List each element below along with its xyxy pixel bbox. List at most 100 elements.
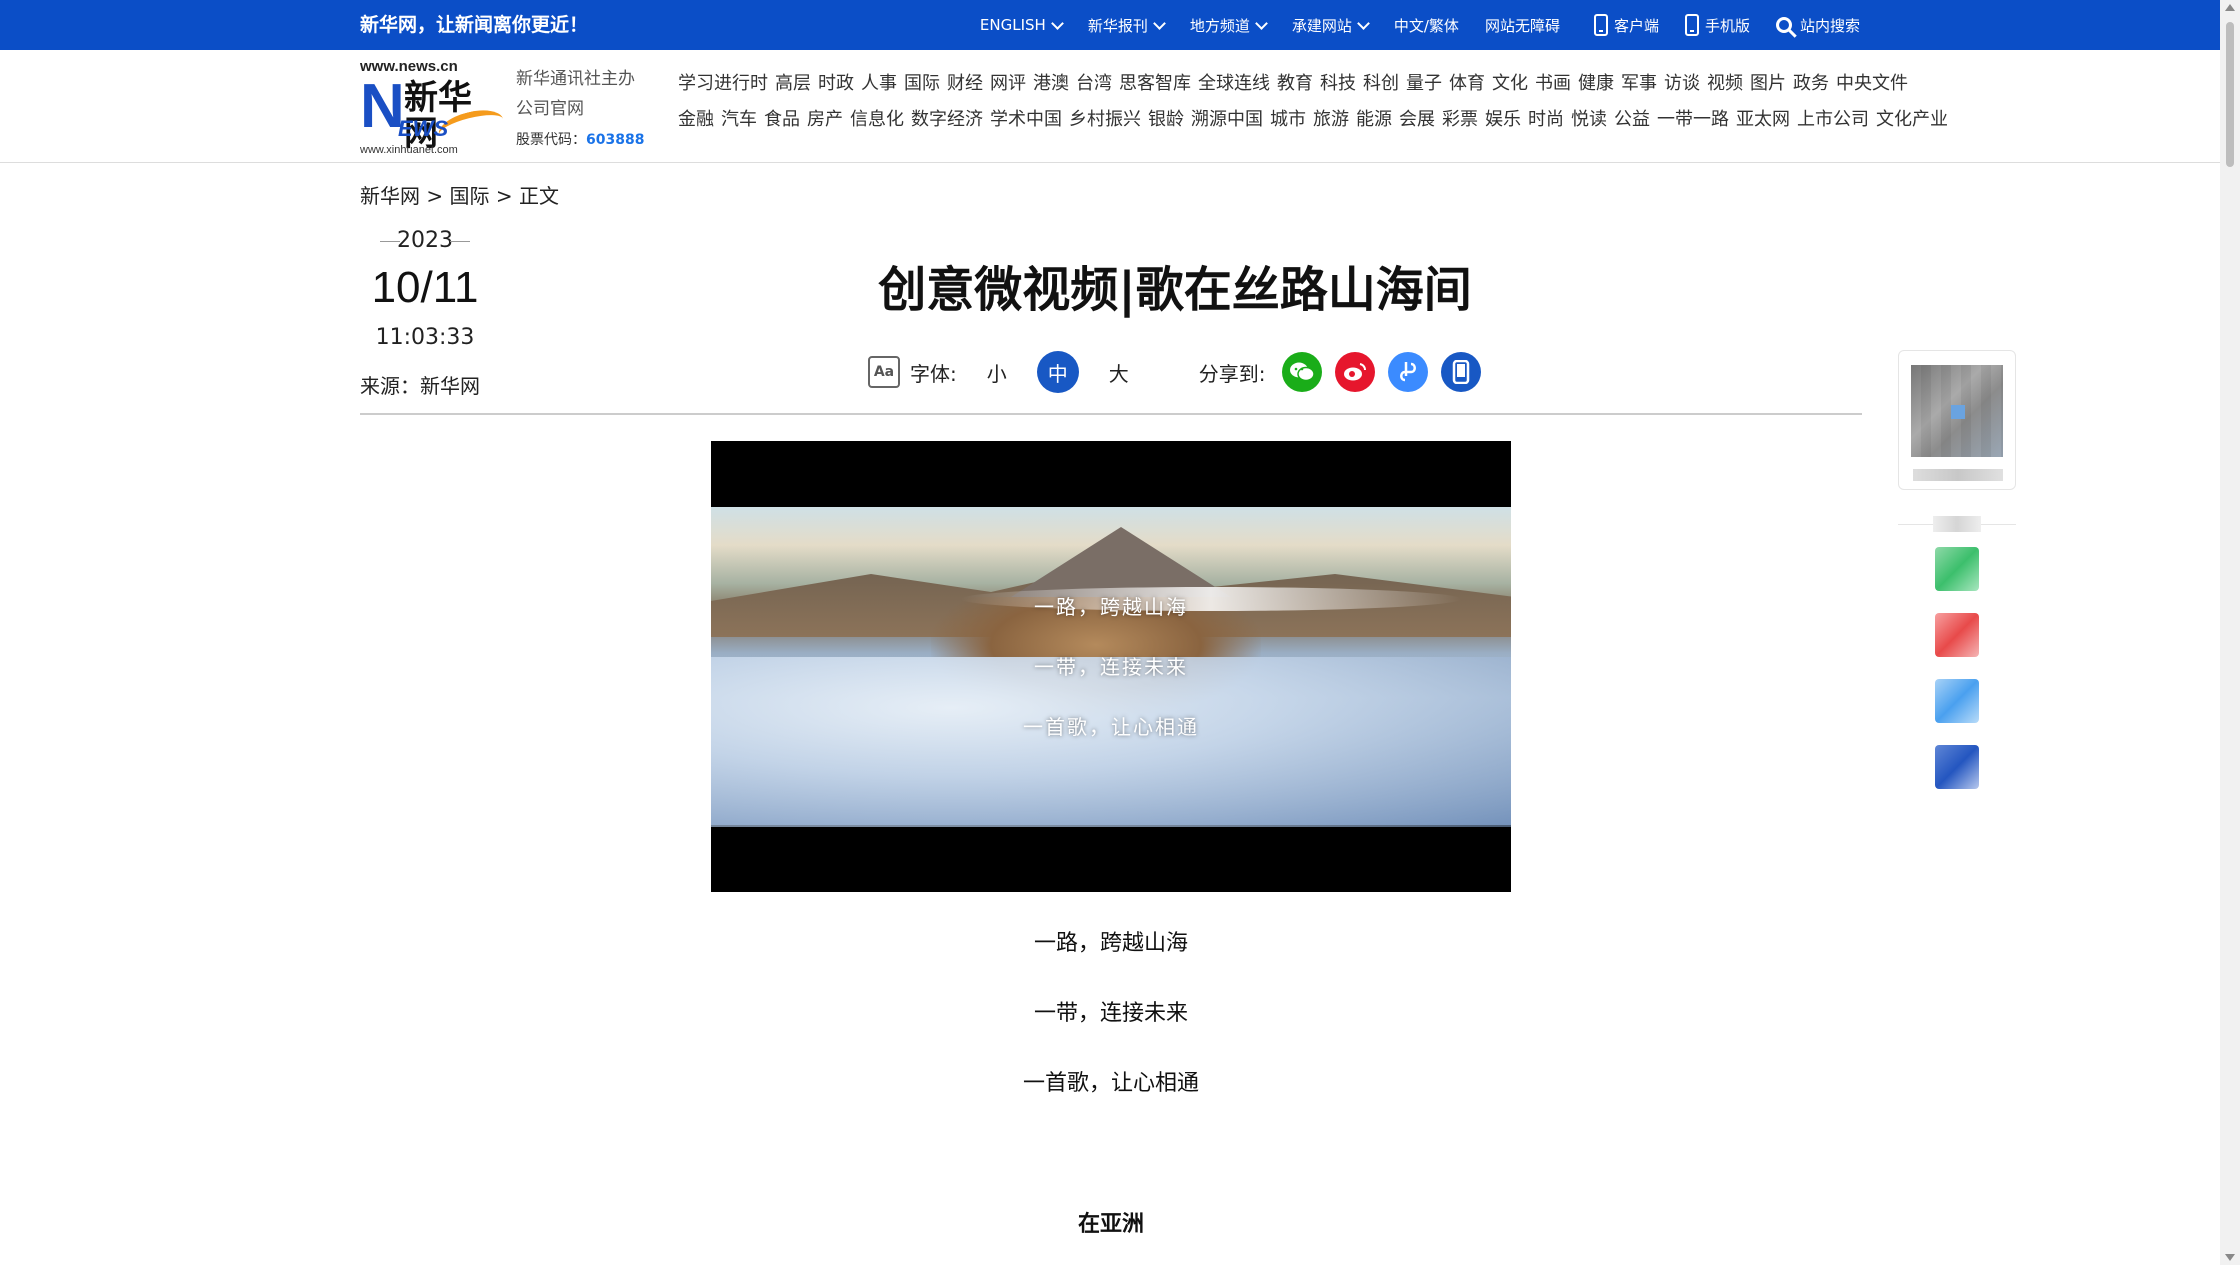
- channel-link[interactable]: 中央文件: [1836, 73, 1908, 94]
- company-line-1: 新华通讯社主办: [516, 69, 635, 89]
- channel-link[interactable]: 一带一路: [1657, 109, 1729, 130]
- channel-link[interactable]: 食品: [764, 109, 800, 130]
- channel-link[interactable]: 公益: [1614, 109, 1650, 130]
- nav-site-search[interactable]: 站内搜索: [1775, 15, 1860, 36]
- nav-label: 站内搜索: [1799, 16, 1860, 35]
- breadcrumb-section[interactable]: 国际: [449, 184, 489, 208]
- font-small-button[interactable]: 小: [987, 358, 1007, 387]
- channel-link[interactable]: 体育: [1449, 73, 1485, 94]
- breadcrumb-home[interactable]: 新华网: [360, 184, 420, 208]
- channel-link[interactable]: 财经: [947, 73, 983, 94]
- nav-local-channels[interactable]: 地方频道: [1190, 15, 1268, 36]
- channel-link[interactable]: 港澳: [1033, 73, 1069, 94]
- channel-link[interactable]: 悦读: [1571, 109, 1607, 130]
- channel-link[interactable]: 科技: [1320, 73, 1356, 94]
- article-subheading: 在亚洲: [1077, 1212, 1144, 1237]
- channel-link[interactable]: 军事: [1621, 73, 1657, 94]
- page-scrollbar[interactable]: [2220, 0, 2240, 1265]
- nav-accessibility[interactable]: 网站无障碍: [1485, 15, 1560, 36]
- channel-link[interactable]: 国际: [904, 73, 940, 94]
- breadcrumb-sep: >: [495, 184, 513, 208]
- channel-link[interactable]: 亚太网: [1736, 109, 1790, 130]
- channel-link[interactable]: 溯源中国: [1191, 109, 1263, 130]
- channel-link[interactable]: 全球连线: [1198, 73, 1270, 94]
- channel-link[interactable]: 台湾: [1076, 73, 1112, 94]
- stock-number[interactable]: 603888: [586, 132, 644, 148]
- channel-link[interactable]: 学习进行时: [678, 73, 768, 94]
- channel-link[interactable]: 乡村振兴: [1069, 109, 1141, 130]
- nav-simplified-traditional[interactable]: 中文/繁体: [1394, 15, 1459, 36]
- scroll-thumb[interactable]: [2226, 22, 2234, 167]
- scroll-up-icon[interactable]: [2225, 4, 2235, 11]
- channel-link[interactable]: 政务: [1793, 73, 1829, 94]
- channel-link[interactable]: 访谈: [1664, 73, 1700, 94]
- side-weibo-icon[interactable]: [1935, 613, 1979, 657]
- font-label: 字体:: [910, 361, 957, 386]
- channel-link[interactable]: 金融: [678, 109, 714, 130]
- channel-link[interactable]: 彩票: [1442, 109, 1478, 130]
- side-mobile-icon[interactable]: [1935, 745, 1979, 789]
- channel-link[interactable]: 量子: [1406, 73, 1442, 94]
- wechat-share-icon[interactable]: [1281, 352, 1322, 392]
- channel-link[interactable]: 思客智库: [1119, 73, 1191, 94]
- article-paragraph-3: 一首歌，让心相通: [1022, 1071, 1199, 1096]
- qr-caption-placeholder: [1913, 469, 2003, 481]
- channel-link[interactable]: 时政: [818, 73, 854, 94]
- font-medium-button[interactable]: 中: [1036, 351, 1079, 393]
- channel-link[interactable]: 数字经济: [911, 109, 983, 130]
- nav-xinhua-press[interactable]: 新华报刊: [1087, 15, 1166, 36]
- channel-link[interactable]: 高层: [775, 73, 811, 94]
- logo-ews: EWS: [398, 116, 449, 141]
- channel-link[interactable]: 网评: [990, 73, 1026, 94]
- font-large-button[interactable]: 大: [1109, 358, 1129, 387]
- weibo-share-icon[interactable]: [1334, 352, 1375, 392]
- title-divider: [360, 413, 1862, 415]
- channel-link[interactable]: 学术中国: [990, 109, 1062, 130]
- channel-link[interactable]: 上市公司: [1797, 109, 1869, 130]
- side-wechat-icon[interactable]: [1935, 547, 1979, 591]
- article-paragraph-1: 一路，跨越山海: [1033, 931, 1188, 956]
- video-player[interactable]: 一路，跨越山海 一带，连接未来 一首歌，让心相通: [711, 441, 1511, 892]
- xinhua-logo[interactable]: www.news.cn N 新华网 EWS www.xinhuanet.com: [360, 58, 507, 156]
- mobile-icon: [1684, 14, 1699, 36]
- channel-link[interactable]: 图片: [1750, 73, 1786, 94]
- channel-link[interactable]: 视频: [1707, 73, 1743, 94]
- channel-link[interactable]: 文化: [1492, 73, 1528, 94]
- channel-link[interactable]: 会展: [1399, 109, 1435, 130]
- channel-link[interactable]: 汽车: [721, 109, 757, 130]
- channel-link[interactable]: 文化产业: [1876, 109, 1948, 130]
- site-header: www.news.cn N 新华网 EWS www.xinhuanet.com …: [0, 50, 2220, 163]
- link-share-icon[interactable]: [1387, 352, 1428, 392]
- channel-link[interactable]: 教育: [1277, 73, 1313, 94]
- channel-link[interactable]: 科创: [1363, 73, 1399, 94]
- channel-link[interactable]: 人事: [861, 73, 897, 94]
- channel-link[interactable]: 能源: [1356, 109, 1392, 130]
- side-link-icon[interactable]: [1935, 679, 1979, 723]
- channel-link[interactable]: 书画: [1535, 73, 1571, 94]
- nav-client-app[interactable]: 客户端: [1593, 14, 1659, 36]
- nav-label: 新华报刊: [1087, 16, 1148, 35]
- channel-link[interactable]: 房产: [807, 109, 843, 130]
- nav-english[interactable]: ENGLISH: [980, 16, 1064, 34]
- share-label: 分享到:: [1198, 361, 1266, 386]
- chevron-down-icon: [1152, 16, 1166, 30]
- mobile-share-icon[interactable]: [1440, 352, 1481, 392]
- channel-link[interactable]: 娱乐: [1485, 109, 1521, 130]
- side-share-panel: [1898, 350, 2016, 789]
- qr-code-box: [1898, 350, 2016, 490]
- channel-link[interactable]: 旅游: [1313, 109, 1349, 130]
- nav-label: 客户端: [1613, 16, 1659, 35]
- breadcrumb: 新华网 > 国际 > 正文: [360, 180, 559, 209]
- font-size-icon: Aa: [868, 356, 900, 388]
- channel-link[interactable]: 城市: [1270, 109, 1306, 130]
- article-source: 来源：新华网: [360, 374, 480, 398]
- channel-link[interactable]: 信息化: [850, 109, 904, 130]
- stock-code: 股票代码：603888: [516, 124, 644, 156]
- channel-link[interactable]: 银龄: [1148, 109, 1184, 130]
- scroll-down-icon[interactable]: [2225, 1254, 2235, 1261]
- channel-link[interactable]: 时尚: [1528, 109, 1564, 130]
- chevron-down-icon: [1050, 16, 1064, 30]
- nav-mobile-version[interactable]: 手机版: [1684, 14, 1750, 36]
- nav-hosted-sites[interactable]: 承建网站: [1292, 15, 1370, 36]
- channel-link[interactable]: 健康: [1578, 73, 1614, 94]
